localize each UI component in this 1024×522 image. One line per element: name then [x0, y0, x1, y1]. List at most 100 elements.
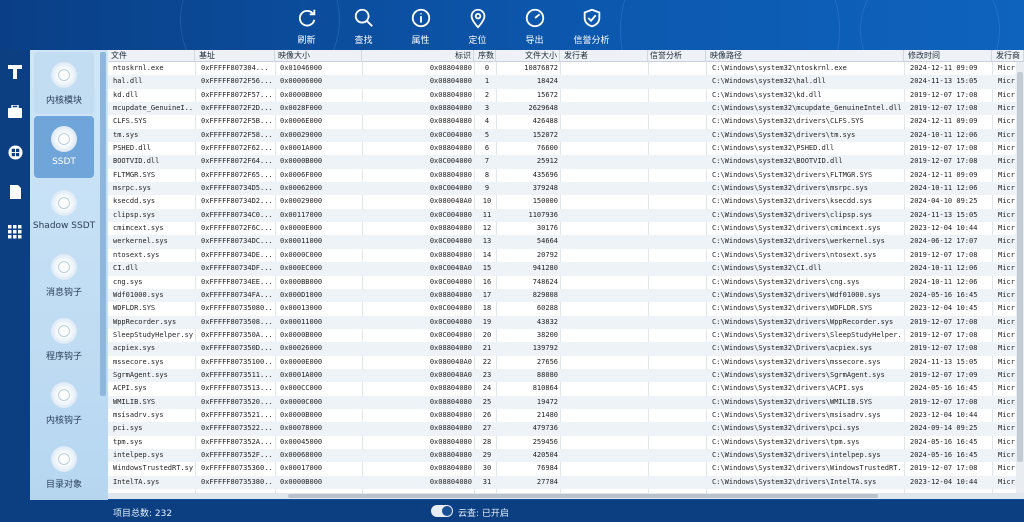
column-header-modified-time[interactable]: 修改时间	[906, 50, 992, 62]
info-icon	[411, 8, 430, 28]
sidebar-item-kernel-modules[interactable]: 内核模块	[34, 52, 94, 114]
table-row[interactable]: WindowsTrustedRT.sys 0xFFFFF80735360... 0x…	[108, 462, 1024, 475]
table-row[interactable]: hal.dll 0xFFFFF8072F56... 0x00006000 0x0880…	[108, 75, 1024, 89]
table-row[interactable]: cmimcext.sys 0xFFFFF8072F6C... 0x0000E000 0…	[108, 222, 1024, 235]
locate-button[interactable]: 定位	[449, 4, 506, 48]
column-header-ordinal[interactable]: 序数	[476, 50, 496, 62]
cell-flag: 0x0C004080	[429, 330, 472, 339]
cell-base: 0xFFFFF807352F...	[201, 450, 273, 459]
refresh-button[interactable]: 刷新	[278, 4, 335, 48]
column-header-reputation[interactable]: 信誉分析	[648, 50, 706, 62]
table-row[interactable]: BOOTVID.dll 0xFFFFF8072F64... 0x0000B000 0x…	[108, 155, 1024, 169]
table-row[interactable]: ksecdd.sys 0xFFFFF80734D2... 0x00029000 0x0…	[108, 195, 1024, 208]
table-row[interactable]: intelpep.sys 0xFFFFF807352F... 0x00068000 0…	[108, 448, 1024, 463]
properties-button[interactable]: 属性	[392, 4, 449, 48]
table-row[interactable]: mcupdate_GenuineI... 0xFFFFF8072F2D... 0x0…	[108, 102, 1024, 116]
cell-flag: 0x080040A0	[429, 357, 472, 366]
cell-reputation	[652, 302, 704, 315]
scroll-thumb[interactable]	[288, 494, 878, 498]
windows-icon[interactable]	[5, 142, 25, 162]
cell-publisher	[566, 462, 646, 475]
column-header-base[interactable]: 基址	[197, 50, 275, 62]
document-icon[interactable]	[5, 182, 25, 202]
column-header-image-size[interactable]: 映像大小	[276, 50, 362, 62]
column-header-image-path[interactable]: 映像路径	[708, 50, 904, 62]
cell-image-path: C:\Windows\System32\drivers\WDFLDR.SYS	[712, 304, 873, 313]
sidebar-item-ssdt[interactable]: SSDT	[34, 116, 94, 178]
table-row[interactable]: tpm.sys 0xFFFFF807352A... 0x00045000 0x0880…	[108, 436, 1024, 449]
cell-reputation	[652, 169, 704, 182]
sidebar-scrollbar[interactable]	[100, 52, 106, 396]
logo-t-icon[interactable]	[5, 62, 25, 82]
table-vertical-scrollbar[interactable]	[1016, 62, 1024, 493]
cell-ordinal: 5	[484, 130, 490, 139]
cell-publisher	[566, 356, 646, 369]
cell-modified-time: 2024-05-16 16:45	[910, 290, 978, 299]
table-row[interactable]: tm.sys 0xFFFFF8072F58... 0x00029000 0x0C004…	[108, 128, 1024, 143]
reputation-analysis-label: 信誉分析	[573, 36, 610, 46]
cell-image-path: C:\Windows\system32\hal.dll	[712, 77, 826, 86]
cloud-check-toggle[interactable]	[431, 505, 453, 517]
table-row[interactable]: msisadrv.sys 0xFFFFF8073521... 0x0000B000 0…	[108, 409, 1024, 422]
table-row[interactable]: PSHED.dll 0xFFFFF8072F62... 0x0001A000 0x08…	[108, 142, 1024, 155]
cell-image-path: C:\Windows\System32\Drivers\acpiex.sys	[712, 344, 873, 353]
cell-reputation	[652, 249, 704, 262]
cell-modified-time: 2024-12-11 09:09	[910, 117, 978, 126]
table-row[interactable]: Wdf01000.sys 0xFFFFF80734FA... 0x000D1000 0…	[108, 288, 1024, 303]
table-row[interactable]: ntosext.sys 0xFFFFF80734DE... 0x0000C000 0x…	[108, 249, 1024, 262]
cell-image-size: 0x000D1000	[280, 290, 323, 299]
table-row[interactable]: FLTMGR.SYS 0xFFFFF8072F65... 0x0006F000 0x0…	[108, 169, 1024, 182]
cell-reputation	[652, 89, 704, 102]
table-row[interactable]: WMILIB.SYS 0xFFFFF8073520... 0x0000C000 0x0…	[108, 395, 1024, 409]
column-header-publisher[interactable]: 发行者	[562, 50, 648, 62]
cell-ordinal: 8	[484, 170, 490, 179]
table-row[interactable]: SleepStudyHelper.sys 0xFFFFF807350A... 0x0…	[108, 329, 1024, 342]
cell-reputation	[652, 289, 704, 302]
grid-icon[interactable]	[5, 222, 25, 242]
column-header-vendor[interactable]: 发行商	[994, 50, 1024, 62]
scroll-thumb[interactable]	[1017, 72, 1023, 462]
cell-image-size: 0x0000B000	[280, 477, 323, 486]
cell-publisher	[566, 195, 646, 208]
sidebar-item-message-hooks[interactable]: 消息钩子	[34, 244, 94, 306]
cell-modified-time: 2024-05-16 16:45	[910, 450, 978, 459]
table-row[interactable]: CLFS.SYS 0xFFFFF8072F5B... 0x0006E000 0x088…	[108, 115, 1024, 128]
cell-image-size: 0x0006E000	[280, 117, 323, 126]
table-row[interactable]: msrpc.sys 0xFFFFF80734D5... 0x00062000 0x0C…	[108, 182, 1024, 196]
table-row[interactable]: ACPI.sys 0xFFFFF8073513... 0x000CC000 0x088…	[108, 382, 1024, 395]
toolbox-icon[interactable]	[5, 102, 25, 122]
sidebar-item-program-hooks[interactable]: 程序钩子	[34, 308, 94, 370]
reputation-analysis-button[interactable]: 信誉分析	[563, 4, 620, 48]
cell-file-size: 19472	[536, 397, 558, 406]
table-row[interactable]: WppRecorder.sys 0xFFFFF8073508... 0x000110…	[108, 315, 1024, 329]
cell-reputation	[652, 342, 704, 355]
table-row[interactable]: SgrmAgent.sys 0xFFFFF8073511... 0x0001A000…	[108, 368, 1024, 383]
table-row[interactable]: WDFLDR.SYS 0xFFFFF80735080... 0x00013000 0x…	[108, 302, 1024, 315]
sidebar-item-kernel-hooks[interactable]: 内核钩子	[34, 372, 94, 434]
cell-image-size: 0x000CC000	[280, 384, 323, 393]
table-row[interactable]: kd.dll 0xFFFFF8072F57... 0x0000B000 0x08804…	[108, 89, 1024, 102]
sidebar-item-shadow-ssdt[interactable]: Shadow SSDT	[33, 180, 95, 242]
column-header-file-size[interactable]: 文件大小	[498, 50, 560, 62]
table-row[interactable]: IntelTA.sys 0xFFFFF80735380... 0x0000B000 0…	[108, 475, 1024, 489]
export-button[interactable]: 导出	[506, 4, 563, 48]
table-row[interactable]: clipsp.sys 0xFFFFF80734C0... 0x00117000 0x0…	[108, 208, 1024, 223]
column-header-file[interactable]: 文件	[109, 50, 195, 62]
table-row[interactable]: ntoskrnl.exe 0xFFFFF807304... 0x01046000 0x…	[108, 62, 1024, 75]
cell-reputation	[652, 222, 704, 235]
table-row[interactable]: werkernel.sys 0xFFFFF80734DC... 0x00011000…	[108, 235, 1024, 249]
table-row[interactable]: mssecore.sys 0xFFFFF80735100... 0x0000E000…	[108, 356, 1024, 369]
table-row[interactable]: acpiex.sys 0xFFFFF807350D... 0x00026000 0x0…	[108, 342, 1024, 356]
cell-file: WppRecorder.sys	[113, 317, 177, 326]
search-label: 查找	[354, 36, 373, 46]
cell-file-size: 25912	[536, 157, 558, 166]
sidebar-item-directory-objects[interactable]: 目录对象	[34, 436, 94, 498]
cell-reputation	[652, 262, 704, 275]
cell-publisher	[566, 222, 646, 235]
column-header-flag[interactable]: 标识	[364, 50, 474, 62]
table-row[interactable]: pci.sys 0xFFFFF8073522... 0x00078000 0x0880…	[108, 422, 1024, 436]
search-button[interactable]: 查找	[335, 4, 392, 48]
table-row[interactable]: cng.sys 0xFFFFF80734EE... 0x000BB000 0x0C00…	[108, 276, 1024, 289]
table-row[interactable]: CI.dll 0xFFFFF80734DF... 0x000EC000 0x0C004…	[108, 262, 1024, 276]
table-horizontal-scrollbar[interactable]	[108, 493, 1024, 499]
